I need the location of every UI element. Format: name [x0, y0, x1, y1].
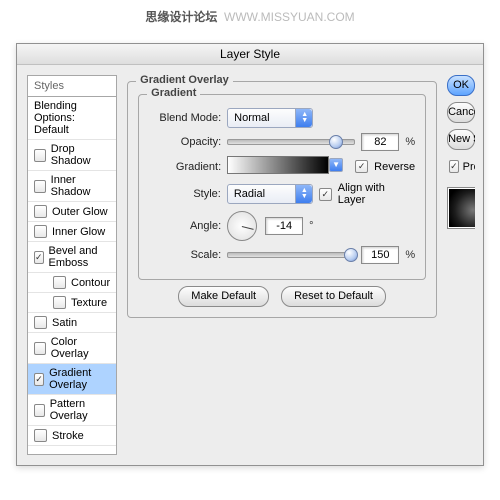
style-row-inner-glow[interactable]: Inner Glow [28, 222, 116, 242]
gradient-label: Gradient: [149, 161, 221, 173]
style-row-color-overlay[interactable]: Color Overlay [28, 333, 116, 364]
style-select[interactable]: Radial▲▼ [227, 184, 313, 204]
preview-swatch [447, 187, 475, 229]
style-checkbox[interactable] [34, 149, 46, 162]
dialog-title: Layer Style [17, 44, 483, 65]
style-label: Color Overlay [51, 336, 110, 360]
dialog-buttons: OK Cancel New Style.. Preview [447, 75, 475, 455]
style-checkbox[interactable] [34, 429, 47, 442]
align-checkbox[interactable] [319, 188, 332, 201]
make-default-button[interactable]: Make Default [178, 286, 269, 307]
style-checkbox[interactable] [34, 373, 44, 386]
style-label: Contour [71, 277, 110, 289]
angle-input[interactable]: -14 [265, 217, 303, 235]
gradient-dropdown-icon[interactable]: ▼ [329, 158, 343, 172]
opacity-label: Opacity: [149, 136, 221, 148]
style-checkbox[interactable] [34, 342, 46, 355]
style-label: Texture [71, 297, 107, 309]
scale-label: Scale: [149, 249, 221, 261]
opacity-slider[interactable] [227, 139, 355, 145]
style-label: Gradient Overlay [49, 367, 110, 391]
angle-dial[interactable] [227, 211, 257, 241]
style-label: Pattern Overlay [50, 398, 110, 422]
style-checkbox[interactable] [34, 225, 47, 238]
style-checkbox[interactable] [53, 296, 66, 309]
style-checkbox[interactable] [34, 404, 45, 417]
style-row-contour[interactable]: Contour [28, 273, 116, 293]
style-row-pattern-overlay[interactable]: Pattern Overlay [28, 395, 116, 426]
new-style-button[interactable]: New Style.. [447, 129, 475, 150]
style-label: Style: [149, 188, 221, 200]
watermark: 思缘设计论坛 WWW.MISSYUAN.COM [0, 0, 500, 33]
style-label: Inner Shadow [51, 174, 111, 198]
style-row-satin[interactable]: Satin [28, 313, 116, 333]
ok-button[interactable]: OK [447, 75, 475, 96]
style-row-gradient-overlay[interactable]: Gradient Overlay [28, 364, 116, 395]
style-label: Stroke [52, 430, 84, 442]
opacity-input[interactable]: 82 [361, 133, 399, 151]
angle-label: Angle: [149, 220, 221, 232]
style-checkbox[interactable] [34, 251, 44, 264]
style-row-drop-shadow[interactable]: Drop Shadow [28, 140, 116, 171]
styles-header[interactable]: Styles [28, 76, 116, 97]
style-label: Inner Glow [52, 226, 105, 238]
style-row-bevel-and-emboss[interactable]: Bevel and Emboss [28, 242, 116, 273]
blend-mode-select[interactable]: Normal▲▼ [227, 108, 313, 128]
style-row-texture[interactable]: Texture [28, 293, 116, 313]
style-checkbox[interactable] [34, 180, 46, 193]
style-checkbox[interactable] [34, 205, 47, 218]
blending-options-row[interactable]: Blending Options: Default [28, 97, 116, 140]
layer-style-dialog: Layer Style Styles Blending Options: Def… [16, 43, 484, 466]
style-checkbox[interactable] [34, 316, 47, 329]
reverse-checkbox[interactable] [355, 160, 368, 173]
cancel-button[interactable]: Cancel [447, 102, 475, 123]
styles-list: Styles Blending Options: Default Drop Sh… [27, 75, 117, 455]
style-label: Drop Shadow [51, 143, 110, 167]
gradient-overlay-group: Gradient Overlay Gradient Blend Mode: No… [127, 81, 437, 318]
settings-panel: Gradient Overlay Gradient Blend Mode: No… [127, 75, 437, 455]
style-checkbox[interactable] [53, 276, 66, 289]
style-row-stroke[interactable]: Stroke [28, 426, 116, 446]
preview-checkbox[interactable] [449, 160, 459, 173]
scale-slider[interactable] [227, 252, 355, 258]
style-label: Satin [52, 317, 77, 329]
style-row-outer-glow[interactable]: Outer Glow [28, 202, 116, 222]
scale-input[interactable]: 150 [361, 246, 399, 264]
reset-default-button[interactable]: Reset to Default [281, 286, 386, 307]
blend-mode-label: Blend Mode: [149, 112, 221, 124]
style-row-inner-shadow[interactable]: Inner Shadow [28, 171, 116, 202]
gradient-group: Gradient Blend Mode: Normal▲▼ Opacity: 8… [138, 94, 426, 280]
gradient-picker[interactable] [227, 156, 329, 174]
style-label: Bevel and Emboss [49, 245, 111, 269]
preview-label: Preview [463, 161, 475, 173]
style-label: Outer Glow [52, 206, 108, 218]
